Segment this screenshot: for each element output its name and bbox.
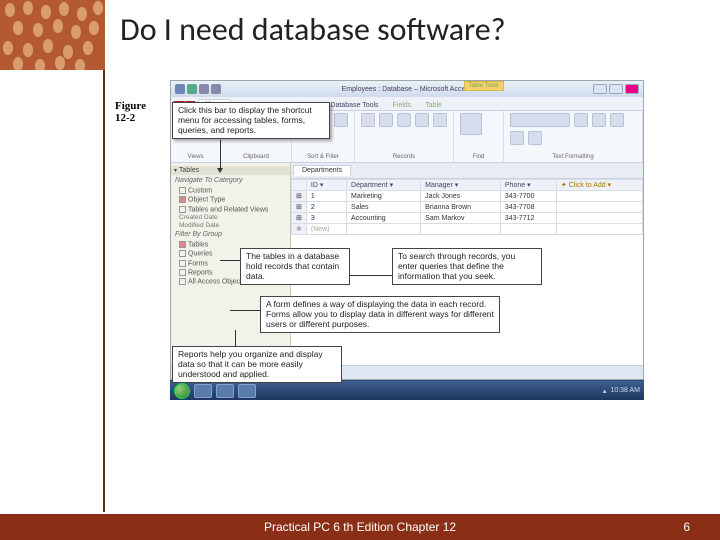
fill-icon[interactable]: [528, 131, 542, 145]
tab-fields[interactable]: Fields: [387, 101, 418, 110]
system-tray[interactable]: ▴ 10:38 AM: [603, 387, 640, 395]
callout-nav-header: Click this bar to display the shortcut m…: [172, 102, 330, 139]
col-phone[interactable]: Phone ▾: [500, 180, 556, 191]
nav-modified[interactable]: Modified Date: [175, 222, 286, 230]
tab-database-tools[interactable]: Database Tools: [324, 101, 384, 110]
group-textfmt-label: Text Formatting: [510, 154, 636, 160]
italic-icon[interactable]: [592, 113, 606, 127]
tray-clock: 10:38 AM: [610, 387, 640, 394]
font-icon[interactable]: [510, 113, 570, 127]
find-icon[interactable]: [460, 113, 482, 135]
table-tools-contextual: Table Tools: [464, 81, 504, 91]
group-find-label: Find: [460, 154, 497, 160]
quick-access-toolbar: [175, 84, 221, 94]
col-dept[interactable]: Department ▾: [347, 180, 421, 191]
nav-filter-by: Filter By Group: [175, 230, 286, 240]
align-icon[interactable]: [510, 131, 524, 145]
tray-icon[interactable]: ▴: [603, 387, 607, 395]
underline-icon[interactable]: [610, 113, 624, 127]
save-rec-icon[interactable]: [397, 113, 411, 127]
callout-tables: The tables in a database hold records th…: [240, 248, 350, 285]
taskbar-item[interactable]: [194, 384, 212, 398]
maximize-button[interactable]: [609, 84, 623, 94]
refresh-icon[interactable]: [361, 113, 375, 127]
document-tabs: Departments: [291, 163, 643, 179]
taskbar-item[interactable]: [238, 384, 256, 398]
bold-icon[interactable]: [574, 113, 588, 127]
left-rule: [0, 70, 105, 512]
access-icon: [175, 84, 185, 94]
taskbar-item[interactable]: [216, 384, 234, 398]
filter-icon[interactable]: [334, 113, 348, 127]
figure-label-2: 12-2: [115, 112, 135, 124]
new-icon[interactable]: [379, 113, 393, 127]
nav-tables-related[interactable]: Tables and Related Views: [175, 205, 286, 214]
minimize-button[interactable]: [593, 84, 607, 94]
save-icon[interactable]: [187, 84, 197, 94]
nav-custom[interactable]: Custom: [175, 186, 286, 195]
table-row[interactable]: ⊞3AccountingSam Markov343-7712: [292, 213, 643, 224]
footer-text: Practical PC 6 th Edition Chapter 12: [264, 520, 456, 534]
group-views-label: Views: [177, 154, 214, 160]
corner-decoration: [0, 0, 105, 70]
slide: Do I need database software? Figure 12-2…: [0, 0, 720, 540]
col-id[interactable]: ID ▾: [306, 180, 346, 191]
group-text-formatting: Text Formatting: [504, 111, 643, 162]
undo-icon[interactable]: [199, 84, 209, 94]
close-button[interactable]: [625, 84, 639, 94]
figure-area: Figure 12-2 Employees : Database – Micro…: [120, 80, 660, 440]
leader: [235, 330, 236, 346]
group-find: Find: [454, 111, 504, 162]
group-records-label: Records: [361, 154, 447, 160]
figure-label-1: Figure: [115, 100, 146, 112]
col-add[interactable]: ✦ Click to Add ▾: [556, 180, 642, 191]
table-row-new[interactable]: ✱(New): [292, 224, 643, 235]
callout-reports: Reports help you organize and display da…: [172, 346, 342, 383]
group-clipboard-label: Clipboard: [227, 154, 285, 160]
select-all-cell[interactable]: [292, 180, 307, 191]
leader: [220, 260, 240, 261]
tab-departments[interactable]: Departments: [293, 165, 351, 176]
arrow-icon: [217, 168, 223, 173]
col-mgr[interactable]: Manager ▾: [421, 180, 501, 191]
nav-created[interactable]: Created Date: [175, 214, 286, 222]
nav-header[interactable]: Tables: [171, 166, 290, 175]
delete-icon[interactable]: [415, 113, 429, 127]
slide-title: Do I need database software?: [120, 10, 506, 49]
page-number: 6: [683, 520, 690, 534]
window-controls: [593, 84, 639, 94]
redo-icon[interactable]: [211, 84, 221, 94]
figure-label: Figure 12-2: [115, 100, 146, 124]
group-records: Records: [355, 111, 454, 162]
window-title: Employees : Database – Microsoft Access: [342, 86, 473, 93]
nav-navigate-to: Navigate To Category: [175, 176, 286, 186]
callout-queries: To search through records, you enter que…: [392, 248, 542, 285]
tab-table[interactable]: Table: [419, 101, 448, 110]
table-row[interactable]: ⊞1MarketingJack Jones343-7700: [292, 191, 643, 202]
leader: [230, 310, 260, 311]
totals-icon[interactable]: [433, 113, 447, 127]
group-sort-label: Sort & Filter: [298, 154, 348, 160]
callout-forms: A form defines a way of displaying the d…: [260, 296, 500, 333]
footer-bar: Practical PC 6 th Edition Chapter 12 6: [0, 514, 720, 540]
nav-object-type[interactable]: Object Type: [175, 195, 286, 204]
table-row[interactable]: ⊞2SalesBrianna Brown343-7708: [292, 202, 643, 213]
datasheet-grid[interactable]: ID ▾ Department ▾ Manager ▾ Phone ▾ ✦ Cl…: [291, 179, 643, 235]
titlebar: Employees : Database – Microsoft Access …: [171, 81, 643, 97]
start-button[interactable]: [174, 383, 190, 399]
leader: [220, 140, 221, 170]
